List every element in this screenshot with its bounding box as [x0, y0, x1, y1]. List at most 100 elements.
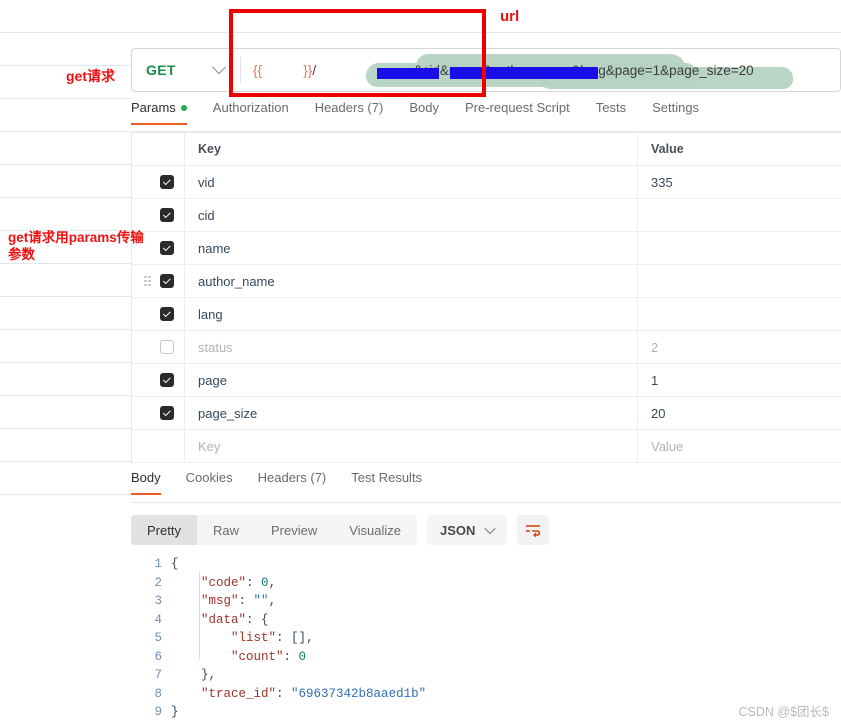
annotation-url-label: url	[500, 8, 520, 25]
response-format-label: JSON	[440, 522, 476, 538]
table-header-row: Key Value	[132, 133, 841, 166]
row-checkbox[interactable]	[160, 175, 174, 189]
row-key-input[interactable]: cid	[185, 199, 638, 231]
code-fold-guide	[199, 571, 200, 659]
row-checkbox[interactable]	[160, 340, 174, 354]
tab-headers[interactable]: Headers (7)	[315, 100, 384, 124]
chevron-down-icon	[211, 60, 227, 75]
row-key-input[interactable]: name	[185, 232, 638, 264]
row-key-input[interactable]: status	[185, 331, 638, 363]
params-table: Key Value vid 335 cid name author_name l…	[131, 132, 841, 463]
url-annotation-box	[229, 9, 486, 97]
response-body-viewer[interactable]: 1 2 3 4 5 6 7 8 9 { "code": 0, "msg": ""…	[131, 555, 841, 725]
code-line-1: {	[171, 557, 179, 571]
tab-settings[interactable]: Settings	[652, 100, 699, 124]
table-row-empty: Key Value	[132, 430, 841, 463]
line-number: 7	[154, 668, 162, 682]
json-key-data: "data"	[201, 612, 247, 627]
row-controls	[132, 331, 185, 363]
line-number-gutter: 1 2 3 4 5 6 7 8 9	[131, 555, 171, 725]
line-number: 5	[154, 631, 162, 645]
row-checkbox[interactable]	[160, 307, 174, 321]
row-checkbox[interactable]	[160, 406, 174, 420]
row-checkbox[interactable]	[160, 208, 174, 222]
tab-body[interactable]: Body	[409, 100, 439, 124]
row-value-text: 335	[651, 174, 673, 190]
colon: :	[246, 575, 262, 590]
row-value-input[interactable]	[638, 265, 841, 297]
view-mode-pretty[interactable]: Pretty	[131, 515, 197, 545]
postman-request-panel: GET {{ }}/ &cid&name&author_name&lang&pa…	[131, 36, 841, 728]
row-key-text: name	[198, 240, 231, 256]
line-number: 3	[154, 594, 162, 608]
row-controls	[132, 397, 185, 429]
response-tab-body[interactable]: Body	[131, 470, 161, 495]
row-value-text: 2	[651, 339, 659, 355]
table-row-disabled: status 2	[132, 331, 841, 364]
code-line-7: },	[201, 668, 217, 682]
json-key-code: "code"	[201, 575, 247, 590]
json-code-content: { "code": 0, "msg": "", "data": { "list"…	[171, 555, 841, 725]
row-value-input[interactable]: 335	[638, 166, 841, 198]
header-checkbox-cell	[132, 133, 185, 165]
row-value-text: 1	[651, 372, 659, 388]
response-view-mode-group: Pretty Raw Preview Visualize	[131, 515, 418, 545]
colon: :	[276, 686, 292, 701]
row-value-input[interactable]: 1	[638, 364, 841, 396]
json-key-trace-id: "trace_id"	[201, 686, 277, 701]
line-number: 6	[154, 649, 162, 664]
response-tab-headers[interactable]: Headers (7)	[258, 470, 327, 494]
row-checkbox[interactable]	[160, 241, 174, 255]
row-key-input[interactable]: page_size	[185, 397, 638, 429]
tab-pre-request-script[interactable]: Pre-request Script	[465, 100, 570, 124]
view-mode-raw[interactable]: Raw	[197, 515, 255, 545]
row-controls	[132, 364, 185, 396]
row-value-input[interactable]: 2	[638, 331, 841, 363]
view-mode-visualize[interactable]: Visualize	[333, 515, 417, 545]
json-value-trace-id: "69637342b8aaed1b"	[291, 686, 427, 701]
json-value-data-open: {	[261, 612, 269, 627]
response-format-select[interactable]: JSON	[427, 515, 508, 545]
new-key-placeholder: Key	[198, 438, 221, 454]
tab-params[interactable]: Params	[131, 100, 187, 125]
header-value-cell: Value	[638, 133, 841, 165]
row-key-text: lang	[198, 306, 223, 322]
comma: ,	[306, 631, 314, 645]
response-tab-cookies[interactable]: Cookies	[186, 470, 233, 494]
new-key-input[interactable]: Key	[185, 430, 638, 462]
line-number: 2	[154, 575, 162, 590]
row-value-input[interactable]: 20	[638, 397, 841, 429]
row-checkbox[interactable]	[160, 274, 174, 288]
row-value-input[interactable]	[638, 298, 841, 330]
row-key-input[interactable]: vid	[185, 166, 638, 198]
column-header-key: Key	[198, 142, 221, 156]
response-tab-test-results[interactable]: Test Results	[351, 470, 422, 494]
comma: ,	[268, 594, 277, 608]
colon: :	[276, 631, 292, 645]
json-value-code: 0	[261, 575, 269, 590]
comma: ,	[268, 575, 277, 590]
annotation-get-request: get请求	[66, 68, 115, 84]
new-value-input[interactable]: Value	[638, 430, 841, 462]
tab-tests[interactable]: Tests	[596, 100, 626, 124]
column-header-value: Value	[651, 142, 684, 156]
row-value-input[interactable]	[638, 199, 841, 231]
json-value-count: 0	[298, 649, 307, 664]
drag-handle-icon[interactable]	[144, 275, 153, 287]
table-row: name	[132, 232, 841, 265]
wrap-text-button[interactable]	[517, 515, 550, 545]
row-controls	[132, 166, 185, 198]
line-number: 4	[154, 612, 162, 627]
row-checkbox[interactable]	[160, 373, 174, 387]
view-mode-preview[interactable]: Preview	[255, 515, 333, 545]
tab-authorization[interactable]: Authorization	[213, 100, 289, 124]
row-controls	[132, 265, 185, 297]
row-key-text: vid	[198, 174, 215, 190]
row-controls	[132, 199, 185, 231]
row-value-input[interactable]	[638, 232, 841, 264]
row-key-input[interactable]: page	[185, 364, 638, 396]
line-number: 1	[154, 557, 162, 571]
row-key-input[interactable]: lang	[185, 298, 638, 330]
http-method-select[interactable]: GET	[131, 48, 238, 92]
row-key-input[interactable]: author_name	[185, 265, 638, 297]
